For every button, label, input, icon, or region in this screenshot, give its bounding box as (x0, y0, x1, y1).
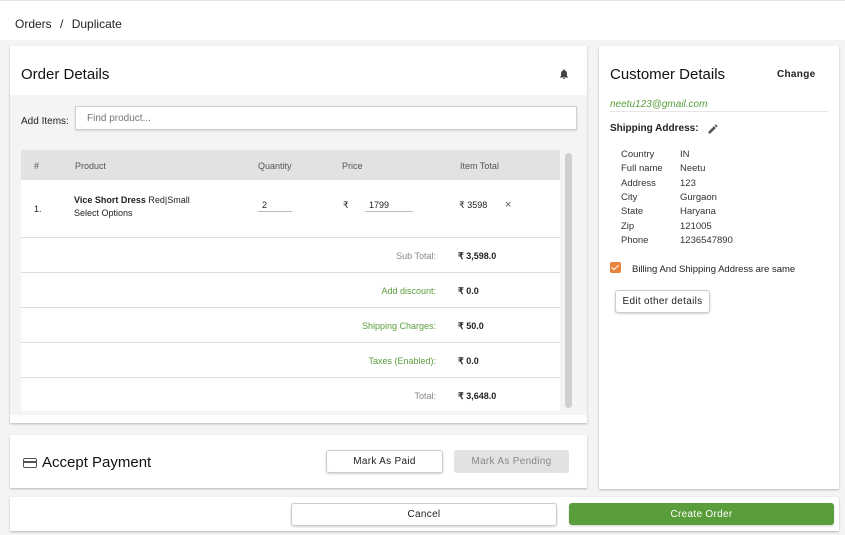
customer-details-card: Customer Details Change neetu123@gmail.c… (599, 46, 839, 489)
edit-other-details-button[interactable]: Edit other details (615, 290, 710, 313)
customer-details-title: Customer Details (610, 66, 726, 83)
total-label: Total: (414, 391, 436, 401)
bell-icon[interactable] (558, 68, 570, 80)
address-street: Address 123 (621, 178, 696, 189)
subtotal-row: Sub Total: ₹ 3,598.0 (21, 238, 560, 273)
mark-as-pending-button[interactable]: Mark As Pending (454, 450, 569, 473)
pencil-icon[interactable] (707, 123, 719, 135)
billing-same-label: Billing And Shipping Address are same (632, 264, 796, 275)
select-options-link[interactable]: Select Options (74, 208, 133, 218)
breadcrumb: Orders / Duplicate (15, 17, 127, 31)
create-order-button[interactable]: Create Order (569, 503, 834, 525)
top-bar: Orders / Duplicate (0, 0, 845, 40)
product-cell: Vice Short Dress Red|Small (74, 195, 190, 205)
add-items-label: Add Items: (21, 116, 69, 127)
accept-payment-title: Accept Payment (42, 454, 152, 471)
shipping-charges-link[interactable]: Shipping Charges: (362, 321, 436, 331)
table-header: # Product Quantity Price Item Total (21, 150, 560, 180)
col-quantity: Quantity (258, 161, 292, 171)
taxes-value: ₹ 0.0 (458, 356, 479, 366)
change-customer-button[interactable]: Change (777, 69, 815, 80)
address-phone: Phone 1236547890 (621, 235, 733, 246)
customer-email: neetu123@gmail.com (610, 99, 708, 110)
close-icon[interactable]: × (505, 199, 511, 211)
credit-card-icon (23, 458, 37, 468)
address-city: City Gurgaon (621, 192, 717, 203)
total-value: ₹ 3,648.0 (458, 391, 497, 401)
col-index: # (34, 161, 40, 171)
shipping-row: Shipping Charges: ₹ 50.0 (21, 308, 560, 343)
col-product: Product (75, 161, 107, 171)
shipping-value: ₹ 50.0 (458, 321, 484, 331)
price-currency: ₹ (343, 200, 349, 210)
breadcrumb-current: Duplicate (71, 17, 122, 31)
mark-as-paid-button[interactable]: Mark As Paid (326, 450, 443, 473)
discount-value: ₹ 0.0 (458, 286, 479, 296)
accept-payment-card: Accept Payment Mark As Paid Mark As Pend… (10, 435, 587, 488)
taxes-row: Taxes (Enabled): ₹ 0.0 (21, 343, 560, 378)
item-total: ₹ 3598 (459, 200, 488, 210)
col-price: Price (342, 161, 363, 171)
order-actions-bar: Cancel Create Order (10, 497, 839, 531)
table-row: 1. Vice Short Dress Red|Small Select Opt… (21, 180, 560, 238)
billing-same-checkbox[interactable] (610, 262, 621, 273)
shipping-address-label: Shipping Address: (610, 123, 699, 134)
breadcrumb-orders[interactable]: Orders (15, 17, 52, 31)
address-state: State Haryana (621, 206, 716, 217)
total-row: Total: ₹ 3,648.0 (21, 378, 560, 413)
divider (610, 111, 828, 112)
subtotal-value: ₹ 3,598.0 (458, 251, 497, 261)
col-item-total: Item Total (460, 161, 499, 171)
table-scrollbar[interactable] (565, 153, 572, 408)
address-full-name: Full name Neetu (621, 163, 706, 174)
discount-row: Add discount: ₹ 0.0 (21, 273, 560, 308)
breadcrumb-separator: / (60, 17, 64, 31)
product-variant: Red|Small (148, 195, 190, 205)
order-details-title: Order Details (21, 66, 110, 83)
row-index: 1. (34, 204, 42, 214)
add-discount-link[interactable]: Add discount: (381, 286, 436, 296)
address-zip: Zip 121005 (621, 221, 712, 232)
product-name: Vice Short Dress (74, 195, 146, 205)
taxes-link[interactable]: Taxes (Enabled): (368, 356, 436, 366)
price-input[interactable] (365, 198, 413, 212)
order-items-table: # Product Quantity Price Item Total 1. V… (21, 150, 560, 411)
order-details-card: Order Details Add Items: # Product Quant… (10, 46, 587, 423)
subtotal-label: Sub Total: (396, 251, 436, 261)
address-country: Country IN (621, 149, 690, 160)
quantity-input[interactable] (258, 198, 292, 212)
product-search-input[interactable] (75, 106, 577, 130)
cancel-button[interactable]: Cancel (291, 503, 557, 526)
